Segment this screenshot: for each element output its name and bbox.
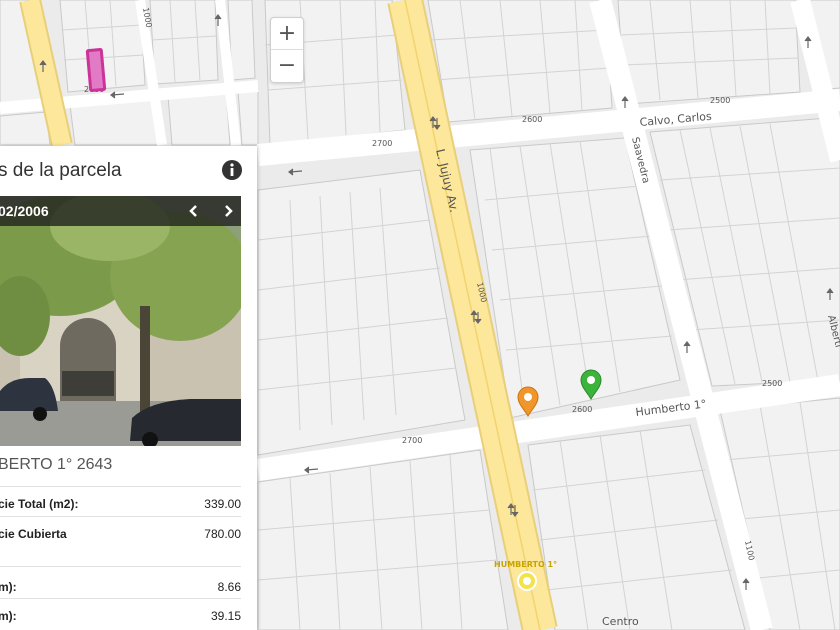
svg-text:2500: 2500: [762, 379, 782, 388]
svg-text:2500: 2500: [710, 96, 730, 105]
photo-date: 02/2006: [0, 203, 49, 219]
yellow-poi-marker[interactable]: [517, 571, 537, 591]
zoom-control: + −: [270, 17, 304, 83]
photo-toolbar: 02/2006: [0, 196, 241, 226]
street-label-humberto-caps: HUMBERTO 1°: [494, 560, 557, 569]
attribute-row: cie Total (m2): 339.00: [0, 486, 241, 516]
zoom-out-button[interactable]: −: [271, 50, 303, 82]
svg-text:2600: 2600: [522, 115, 542, 124]
attribute-label: cie Cubierta: [0, 527, 67, 541]
attribute-label: m):: [0, 609, 17, 623]
parcel-photo: 02/2006: [0, 196, 241, 446]
poi-label-centro: Centro: [602, 615, 639, 628]
map-view[interactable]: L. Jujuy Av. Calvo, Carlos Saavedra Humb…: [0, 0, 840, 630]
svg-text:2700: 2700: [402, 436, 422, 445]
svg-text:2600: 2600: [572, 405, 592, 414]
previous-photo-button[interactable]: [184, 201, 204, 221]
chevron-right-icon: [225, 205, 233, 217]
attribute-value: 8.66: [217, 580, 241, 594]
attribute-value: 780.00: [204, 527, 241, 541]
attribute-value: 39.15: [210, 609, 241, 623]
next-photo-button[interactable]: [218, 201, 238, 221]
info-icon[interactable]: [222, 160, 242, 180]
svg-text:2700: 2700: [372, 139, 392, 148]
zoom-in-button[interactable]: +: [271, 18, 303, 50]
panel-header: s de la parcela: [0, 146, 257, 194]
attribute-value: 339.00: [204, 497, 241, 511]
attribute-label: m):: [0, 580, 17, 594]
chevron-left-icon: [189, 205, 197, 217]
attribute-label: cie Total (m2):: [0, 497, 79, 511]
parcel-address: BERTO 1° 2643: [0, 456, 113, 473]
parcel-details-panel: s de la parcela 02/2006 BERTO 1° 2643 ci…: [0, 146, 257, 630]
attribute-row: m): 8.66: [0, 566, 241, 598]
panel-title: s de la parcela: [0, 160, 122, 181]
selected-parcel-highlight[interactable]: [85, 48, 107, 92]
attribute-row: m): 39.15: [0, 598, 241, 630]
attribute-row: cie Cubierta 780.00: [0, 516, 241, 566]
street-photo-image: [0, 196, 241, 446]
